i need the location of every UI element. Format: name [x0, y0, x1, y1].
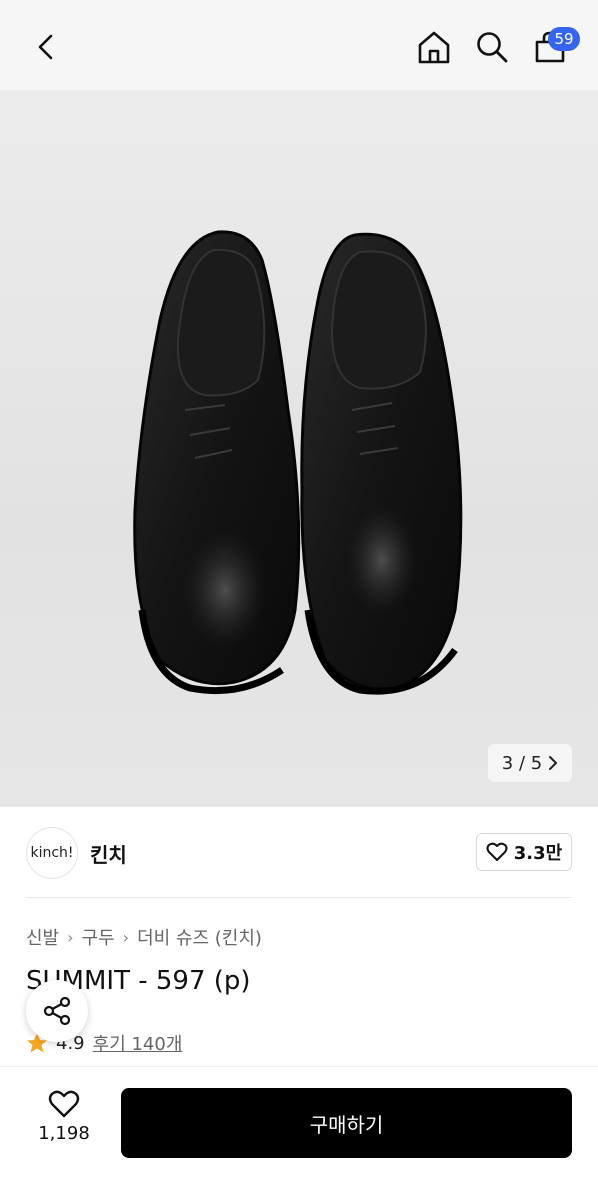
share-icon: [43, 996, 71, 1026]
home-button[interactable]: [412, 25, 456, 69]
heart-outline-icon: [486, 842, 508, 861]
breadcrumb: 신발 › 구두 › 더비 슈즈 (킨치): [26, 924, 262, 950]
wishlist-count: 1,198: [38, 1123, 90, 1144]
wishlist-button[interactable]: 1,198: [26, 1089, 102, 1159]
chevron-right-icon: ›: [67, 927, 74, 947]
reviews-link[interactable]: 후기 140개: [93, 1030, 183, 1056]
search-button[interactable]: [470, 25, 514, 69]
gallery-counter-text: 3 / 5: [501, 752, 543, 774]
right-shoe: [300, 232, 463, 695]
product-image: [133, 230, 463, 695]
brand-like-button[interactable]: 3.3만: [476, 833, 572, 871]
cart-count-badge: 59: [548, 27, 580, 51]
brand-logo[interactable]: kinch!: [26, 827, 78, 879]
back-icon: [38, 34, 53, 60]
heart-outline-icon: [48, 1090, 80, 1118]
brand-row: kinch! 킨치 3.3만: [0, 807, 598, 897]
brand-like-count: 3.3만: [513, 843, 563, 864]
top-nav-bar: 59: [0, 0, 598, 90]
chevron-right-icon: [549, 756, 558, 770]
home-icon: [418, 31, 450, 64]
breadcrumb-item-derby[interactable]: 더비 슈즈 (킨치): [137, 924, 262, 950]
share-button[interactable]: [26, 980, 88, 1042]
breadcrumb-item-shoes[interactable]: 신발: [26, 924, 59, 950]
brand-logo-text: kinch!: [30, 845, 74, 861]
left-shoe: [133, 230, 301, 695]
chevron-right-icon: ›: [122, 927, 130, 947]
product-image-gallery[interactable]: [0, 90, 598, 807]
divider: [26, 897, 572, 898]
gallery-counter-button[interactable]: 3 / 5: [488, 744, 572, 782]
buy-button[interactable]: 구매하기: [121, 1088, 572, 1158]
breadcrumb-item-dress-shoes[interactable]: 구두: [82, 924, 115, 950]
brand-name[interactable]: 킨치: [90, 839, 127, 868]
search-icon: [477, 32, 508, 63]
bottom-action-bar: 1,198 구매하기: [0, 1066, 598, 1201]
back-button[interactable]: [24, 25, 68, 69]
